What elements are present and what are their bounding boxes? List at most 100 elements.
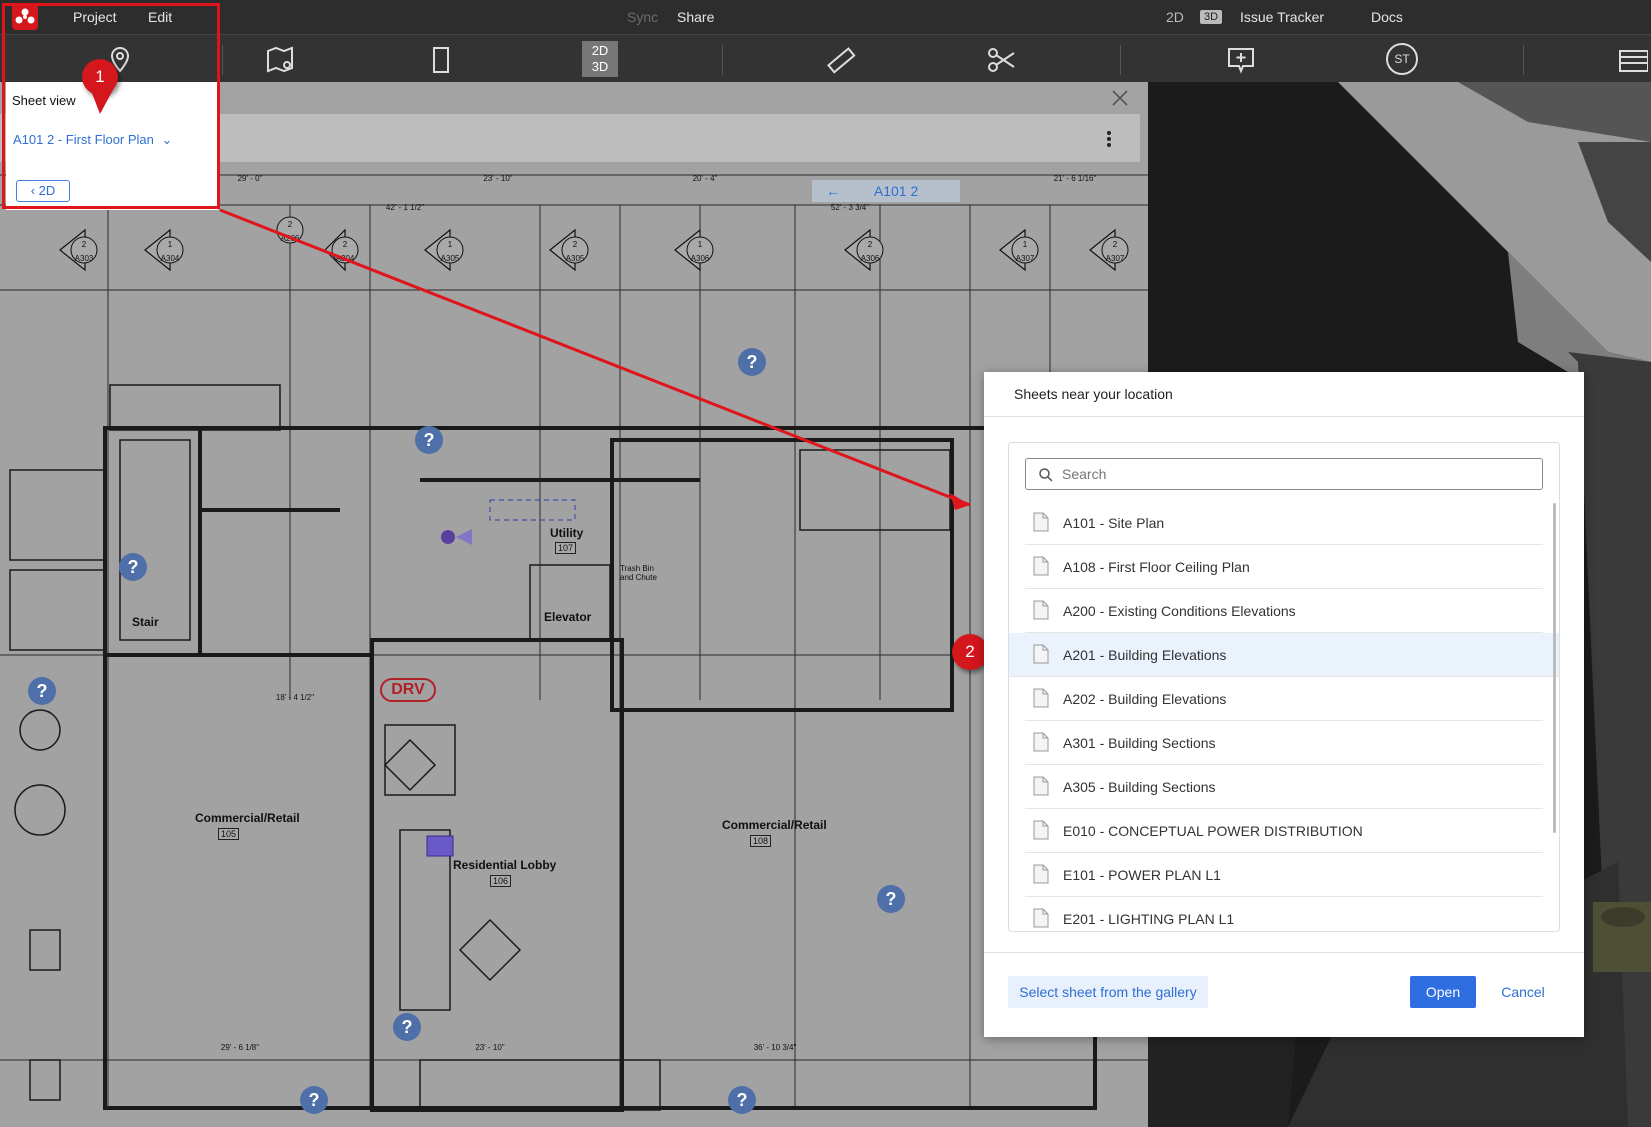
- mode-2d[interactable]: 2D: [1166, 9, 1184, 25]
- svg-text:21' - 6 1/16": 21' - 6 1/16": [1054, 174, 1097, 183]
- sheet-list-item-label: A200 - Existing Conditions Elevations: [1063, 603, 1296, 619]
- document-icon: [1033, 688, 1049, 708]
- svg-text:52' - 3 3/4": 52' - 3 3/4": [831, 203, 869, 212]
- room-number-107: 107: [555, 542, 577, 554]
- search-box[interactable]: [1025, 458, 1543, 490]
- sheet-list-item-label: A305 - Building Sections: [1063, 779, 1216, 795]
- room-elevator: Elevator: [544, 610, 592, 624]
- sheet-list-item-label: A201 - Building Elevations: [1063, 647, 1227, 663]
- document-icon: [1033, 556, 1049, 576]
- toolbar: 2D 3D ST: [0, 34, 1651, 82]
- location-tag-label: A101 2: [873, 183, 919, 199]
- issue-marker-icon[interactable]: ?: [415, 426, 443, 454]
- menu-issue-tracker[interactable]: Issue Tracker: [1240, 9, 1324, 25]
- app-root: Project Edit Sync Share 2D 3D Issue Trac…: [0, 0, 1651, 1127]
- cancel-button[interactable]: Cancel: [1490, 976, 1556, 1008]
- svg-text:A303: A303: [75, 254, 94, 263]
- document-icon: [1033, 864, 1049, 884]
- room-stair: Stair: [132, 615, 159, 629]
- add-comment-icon[interactable]: [1224, 43, 1258, 77]
- callout-pointer-icon: [90, 88, 114, 114]
- document-icon: [1033, 820, 1049, 840]
- svg-text:1: 1: [448, 240, 453, 249]
- sheet-list-item[interactable]: E201 - LIGHTING PLAN L1: [1025, 897, 1543, 931]
- mode-3d[interactable]: 3D: [1200, 10, 1223, 24]
- panel-icon[interactable]: [1614, 43, 1649, 77]
- more-options-icon[interactable]: [1106, 130, 1112, 148]
- floor-plan-sheet[interactable]: 2 A303 1 A304 2 A206 2 A304 1 A305 2 A305 1 A30…: [0, 82, 1148, 1127]
- st-avatar[interactable]: ST: [1386, 43, 1418, 75]
- sheet-list-item[interactable]: A108 - First Floor Ceiling Plan: [1025, 545, 1543, 589]
- toggle-2d-3d-button[interactable]: 2D 3D: [582, 41, 618, 77]
- svg-text:2: 2: [288, 220, 293, 229]
- ruler-icon[interactable]: [824, 43, 858, 77]
- toggle-2d-label: 2D: [591, 43, 609, 58]
- menu-docs[interactable]: Docs: [1371, 9, 1403, 25]
- sheet-list-item[interactable]: A101 - Site Plan: [1025, 501, 1543, 545]
- document-icon: [1033, 776, 1049, 796]
- sheets-near-location-dialog: Sheets near your location A101 - Site Pl…: [984, 372, 1584, 1037]
- svg-text:A306: A306: [691, 254, 710, 263]
- open-button[interactable]: Open: [1410, 976, 1476, 1008]
- toolbar-divider: [222, 45, 223, 75]
- toolbar-divider: [1120, 45, 1121, 75]
- sheet-list-item-label: E201 - LIGHTING PLAN L1: [1063, 911, 1235, 927]
- svg-text:1: 1: [168, 240, 173, 249]
- document-icon: [1033, 732, 1049, 752]
- issue-marker-icon[interactable]: ?: [728, 1086, 756, 1114]
- sheet-list-item[interactable]: A301 - Building Sections: [1025, 721, 1543, 765]
- svg-text:18' - 4 1/2": 18' - 4 1/2": [276, 693, 314, 702]
- issue-marker-icon[interactable]: ?: [877, 885, 905, 913]
- issue-marker-icon[interactable]: ?: [393, 1013, 421, 1041]
- room-commercial-108: Commercial/Retail: [722, 818, 827, 832]
- sheet-list-item[interactable]: A201 - Building Elevations: [1009, 633, 1559, 677]
- sheet-icon[interactable]: [424, 43, 458, 77]
- scissors-icon[interactable]: [984, 43, 1018, 77]
- issue-marker-icon[interactable]: ?: [119, 553, 147, 581]
- issue-marker-icon[interactable]: ?: [300, 1086, 328, 1114]
- svg-text:2: 2: [573, 240, 578, 249]
- svg-text:A307: A307: [1016, 254, 1035, 263]
- issue-marker-icon[interactable]: ?: [28, 677, 56, 705]
- sheet-list-panel: A101 - Site Plan A108 - First Floor Ceili…: [1008, 442, 1560, 932]
- toggle-3d-label: 3D: [591, 59, 609, 74]
- sheet-list-item-label: A101 - Site Plan: [1063, 515, 1165, 531]
- search-input[interactable]: [1062, 463, 1532, 485]
- svg-text:2: 2: [82, 240, 87, 249]
- svg-text:1: 1: [1023, 240, 1028, 249]
- menu-share[interactable]: Share: [677, 9, 714, 25]
- dialog-divider: [984, 952, 1584, 953]
- svg-text:A304: A304: [161, 254, 180, 263]
- svg-text:29' - 6 1/8": 29' - 6 1/8": [221, 1043, 259, 1052]
- room-residential-lobby: Residential Lobby: [453, 858, 557, 872]
- room-utility: Utility: [550, 526, 584, 540]
- issue-marker-icon[interactable]: ?: [738, 348, 766, 376]
- svg-text:23' - 10": 23' - 10": [483, 174, 512, 183]
- location-tag[interactable]: ← A101 2: [812, 180, 960, 202]
- sheet-list-item-label: A202 - Building Elevations: [1063, 691, 1227, 707]
- toolbar-divider: [1523, 45, 1524, 75]
- sheet-list-item-label: E101 - POWER PLAN L1: [1063, 867, 1221, 883]
- menu-sync[interactable]: Sync: [627, 9, 658, 25]
- sheet-list-item[interactable]: A305 - Building Sections: [1025, 765, 1543, 809]
- sheet-list-item[interactable]: E101 - POWER PLAN L1: [1025, 853, 1543, 897]
- room-number-105: 105: [218, 828, 240, 840]
- search-icon: [1039, 468, 1053, 482]
- svg-text:A305: A305: [566, 254, 585, 263]
- document-icon: [1033, 600, 1049, 620]
- room-number-108: 108: [750, 835, 772, 847]
- sheet-list-item[interactable]: A200 - Existing Conditions Elevations: [1025, 589, 1543, 633]
- select-from-gallery-button[interactable]: Select sheet from the gallery: [1008, 976, 1208, 1008]
- drv-marker[interactable]: DRV: [380, 678, 436, 702]
- close-icon[interactable]: [1110, 88, 1130, 108]
- svg-text:A307: A307: [1106, 254, 1125, 263]
- scrollbar[interactable]: [1553, 503, 1556, 833]
- sheet-list-item[interactable]: E010 - CONCEPTUAL POWER DISTRIBUTION: [1025, 809, 1543, 853]
- svg-text:A306: A306: [861, 254, 880, 263]
- svg-text:42' - 1 1/2": 42' - 1 1/2": [386, 203, 424, 212]
- sheet-list-item[interactable]: A202 - Building Elevations: [1025, 677, 1543, 721]
- dialog-title: Sheets near your location: [1014, 386, 1173, 402]
- document-icon: [1033, 512, 1049, 532]
- map-pin-icon[interactable]: [263, 43, 297, 77]
- svg-text:23' - 10": 23' - 10": [475, 1043, 504, 1052]
